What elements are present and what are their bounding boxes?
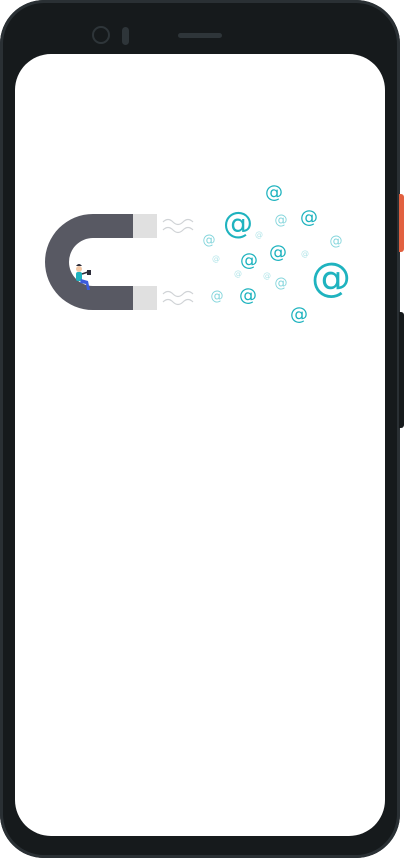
at-sign-icon: @ xyxy=(223,206,253,241)
at-sign-icon: @ xyxy=(275,276,288,291)
at-sign-icon: @ xyxy=(290,304,308,325)
at-sign-icon: @ xyxy=(269,242,287,263)
at-sign-icon: @ xyxy=(300,207,318,228)
magnet-icon xyxy=(45,214,157,310)
at-sign-icon: @ xyxy=(311,255,351,301)
at-sign-icon: @ xyxy=(239,285,257,306)
at-sign-icon: @ xyxy=(240,250,258,271)
screen: @ @ @ @ @ @ @ @ @ @ @ @ @ @ @ @ @ @ xyxy=(15,54,385,836)
volume-button[interactable] xyxy=(399,312,404,428)
at-sign-icon: @ xyxy=(203,233,216,248)
at-sign-icon: @ xyxy=(301,249,309,258)
front-camera xyxy=(92,26,110,44)
at-sign-icon: @ xyxy=(275,213,288,228)
magnetic-wave-icon xyxy=(162,218,194,306)
phone-frame: @ @ @ @ @ @ @ @ @ @ @ @ @ @ @ @ @ @ xyxy=(0,0,400,858)
earpiece-speaker xyxy=(178,33,222,38)
at-sign-icon: @ xyxy=(263,271,271,280)
at-sign-icon: @ xyxy=(265,182,283,203)
proximity-sensor xyxy=(122,27,129,45)
at-sign-icon: @ xyxy=(211,289,224,304)
at-sign-icon: @ xyxy=(212,254,220,263)
magnet-emails-illustration: @ @ @ @ @ @ @ @ @ @ @ @ @ @ @ @ @ @ xyxy=(45,182,352,325)
at-sign-icon: @ xyxy=(255,230,263,239)
email-symbols: @ @ @ @ @ @ @ @ @ @ @ @ @ @ @ @ @ @ xyxy=(203,182,352,325)
at-sign-icon: @ xyxy=(234,269,242,278)
at-sign-icon: @ xyxy=(330,234,343,249)
power-button[interactable] xyxy=(399,194,404,252)
